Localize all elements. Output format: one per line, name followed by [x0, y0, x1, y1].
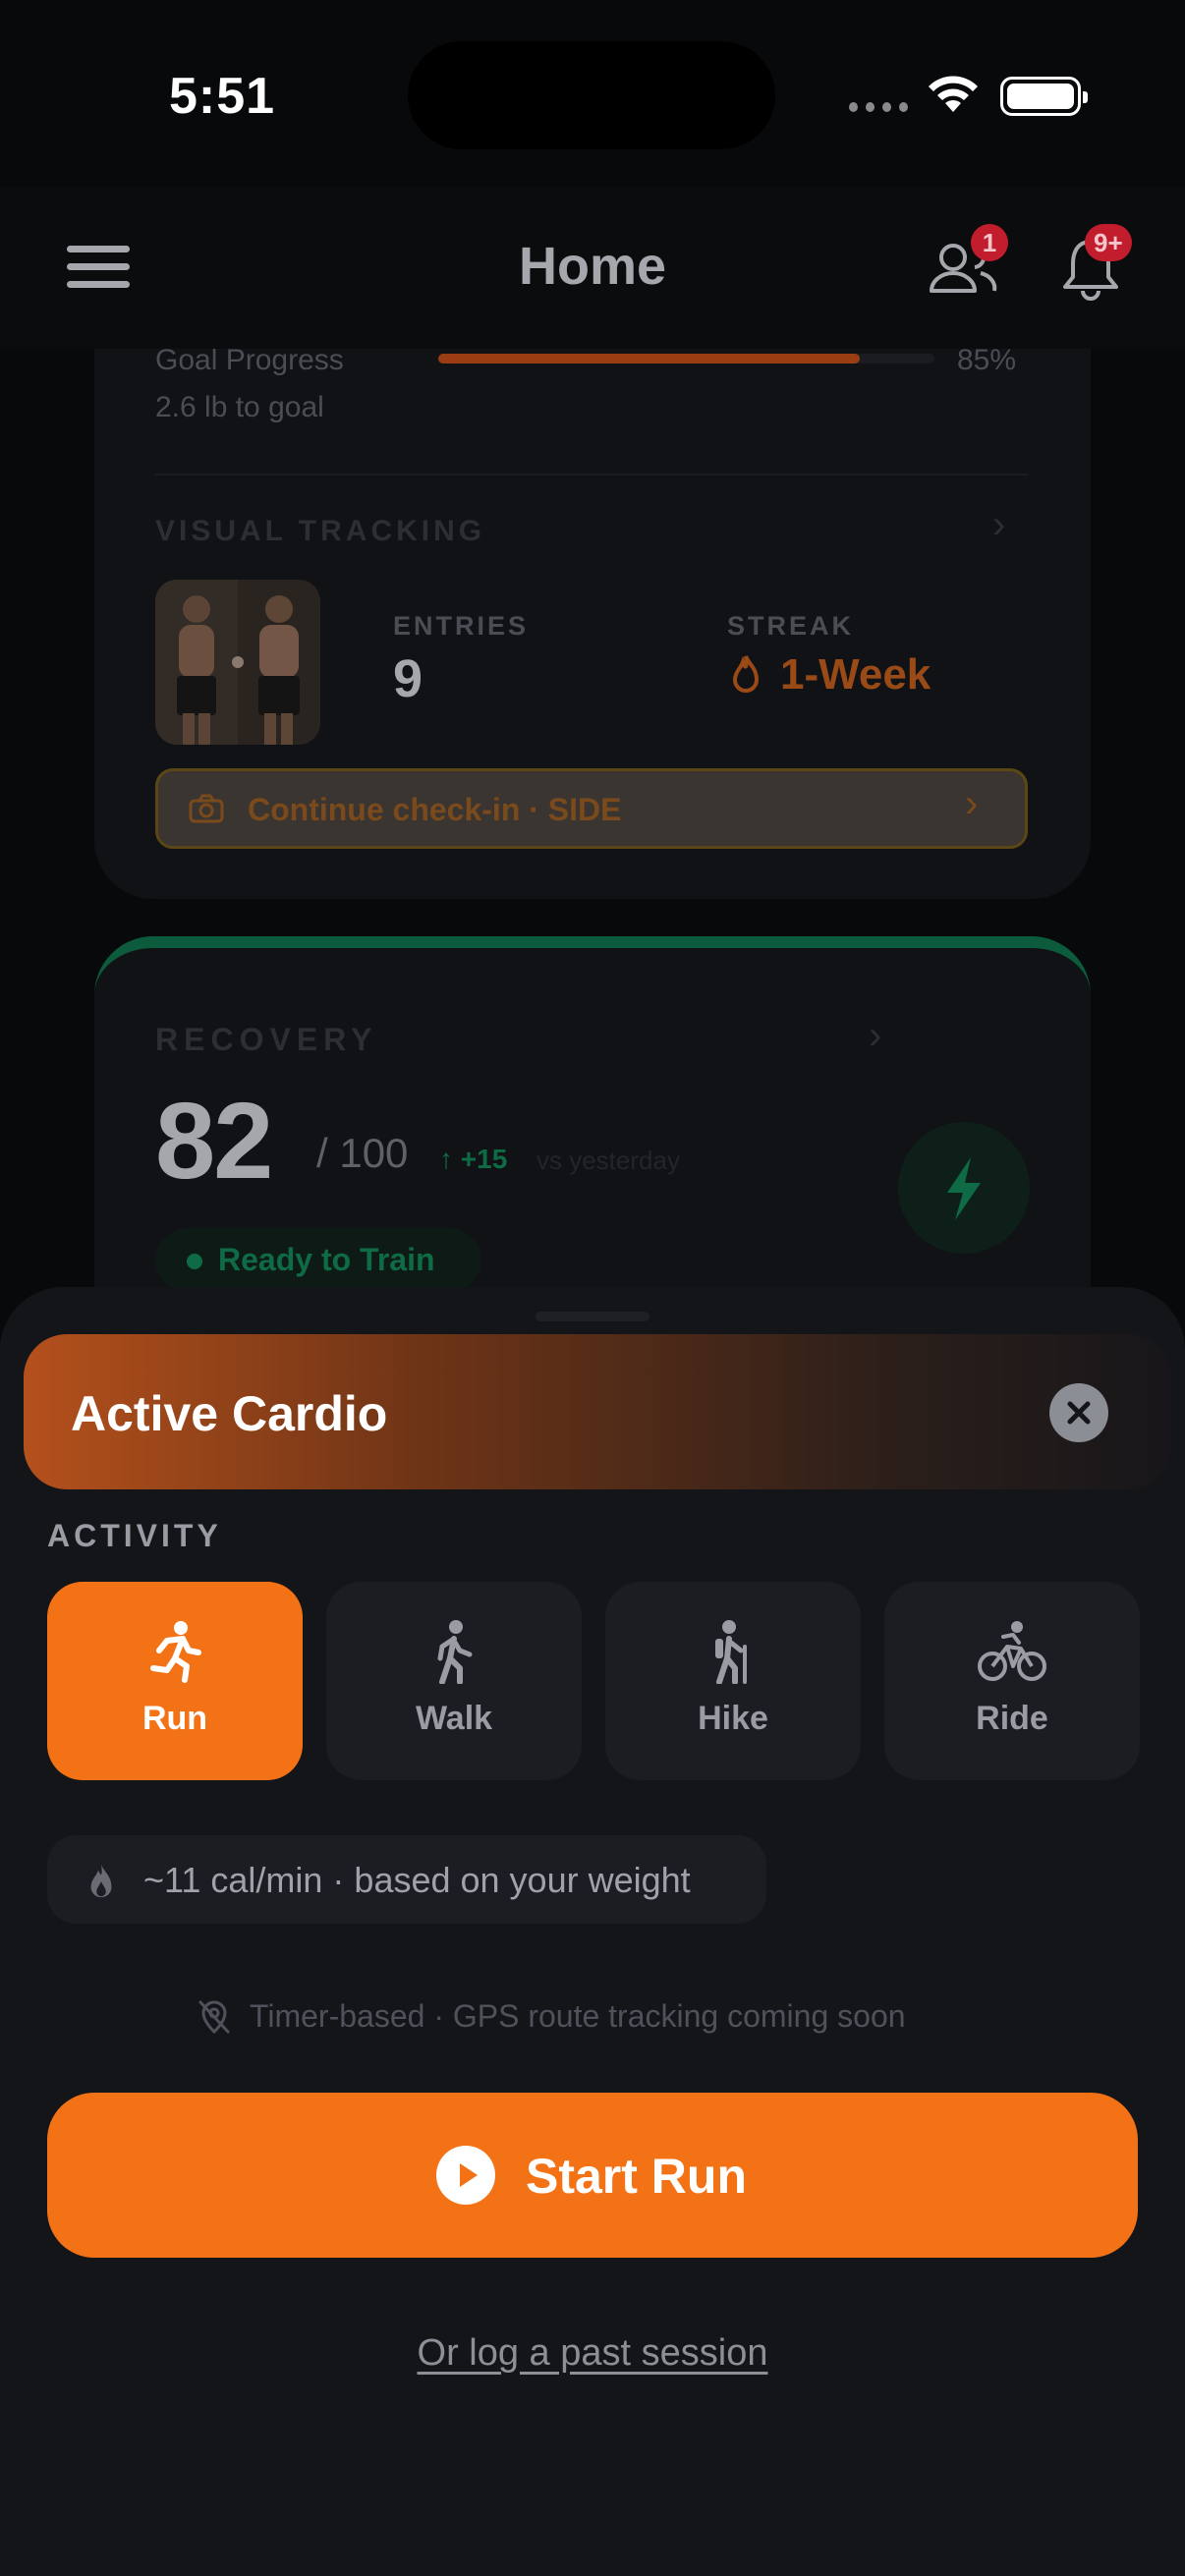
- sheet-title: Active Cardio: [71, 1386, 388, 1441]
- entries-label: ENTRIES: [393, 611, 530, 641]
- activity-hike-label: Hike: [698, 1700, 768, 1737]
- goal-progress-bar: [438, 354, 934, 364]
- recovery-max: / 100: [316, 1130, 409, 1176]
- flame-icon: [90, 1864, 112, 1898]
- dynamic-island: [408, 41, 775, 149]
- streak-value: 1-Week: [780, 650, 931, 699]
- visual-tracking-label[interactable]: VISUAL TRACKING: [155, 515, 485, 548]
- bike-icon: [978, 1621, 1046, 1681]
- sheet-grabber[interactable]: [536, 1312, 649, 1321]
- chevron-right-icon: ›: [869, 1014, 882, 1057]
- battery-icon: [1000, 77, 1088, 116]
- streak-label: STREAK: [727, 611, 855, 641]
- status-dot-icon: [187, 1254, 202, 1269]
- recovery-label: RECOVERY: [155, 1022, 378, 1057]
- cellular-signal-icon: [849, 102, 908, 114]
- goal-remaining-text: 2.6 lb to goal: [155, 391, 324, 423]
- hike-icon: [715, 1620, 747, 1684]
- recovery-score: 82: [155, 1081, 273, 1202]
- status-time: 5:51: [169, 68, 276, 125]
- friends-badge: 1: [971, 224, 1008, 261]
- activity-walk-tile[interactable]: Walk: [326, 1582, 582, 1780]
- flame-icon: [732, 655, 760, 693]
- log-past-session-link[interactable]: Or log a past session: [0, 2332, 1185, 2375]
- activity-run-tile[interactable]: Run: [47, 1582, 303, 1780]
- divider: [155, 474, 1028, 476]
- goal-percent: 85%: [957, 344, 1017, 376]
- entries-value: 9: [393, 649, 423, 708]
- recovery-delta-suffix: vs yesterday: [536, 1146, 680, 1175]
- location-off-icon: [198, 2000, 230, 2035]
- play-icon: [436, 2146, 495, 2205]
- chevron-right-icon: ›: [965, 782, 979, 825]
- progress-photo-thumbnail[interactable]: [155, 580, 320, 745]
- run-icon: [150, 1621, 201, 1683]
- start-run-label: Start Run: [526, 2149, 747, 2204]
- camera-icon: [189, 794, 224, 823]
- walk-icon: [437, 1620, 473, 1684]
- activity-hike-tile[interactable]: Hike: [605, 1582, 861, 1780]
- close-icon: [1067, 1401, 1091, 1425]
- calorie-estimate-text: ~11 cal/min · based on your weight: [143, 1860, 691, 1900]
- close-button[interactable]: [1049, 1383, 1108, 1442]
- gps-note: Timer-based · GPS route tracking coming …: [250, 1998, 906, 2034]
- chevron-right-icon[interactable]: ›: [992, 503, 1005, 547]
- bolt-badge: [898, 1122, 1030, 1254]
- activity-ride-tile[interactable]: Ride: [884, 1582, 1140, 1780]
- notifications-badge: 9+: [1085, 224, 1132, 261]
- activity-label: ACTIVITY: [47, 1518, 222, 1553]
- ready-to-train-label: Ready to Train: [218, 1242, 435, 1277]
- activity-run-label: Run: [141, 1700, 208, 1737]
- bolt-icon: [947, 1157, 981, 1220]
- checkin-label: Continue check-in · SIDE: [248, 792, 622, 827]
- goal-progress-label: Goal Progress: [155, 344, 344, 376]
- goal-progress-fill: [438, 354, 861, 364]
- wifi-icon: [929, 76, 978, 112]
- recovery-delta: ↑ +15: [439, 1144, 508, 1174]
- activity-ride-label: Ride: [976, 1700, 1048, 1737]
- activity-walk-label: Walk: [415, 1700, 493, 1737]
